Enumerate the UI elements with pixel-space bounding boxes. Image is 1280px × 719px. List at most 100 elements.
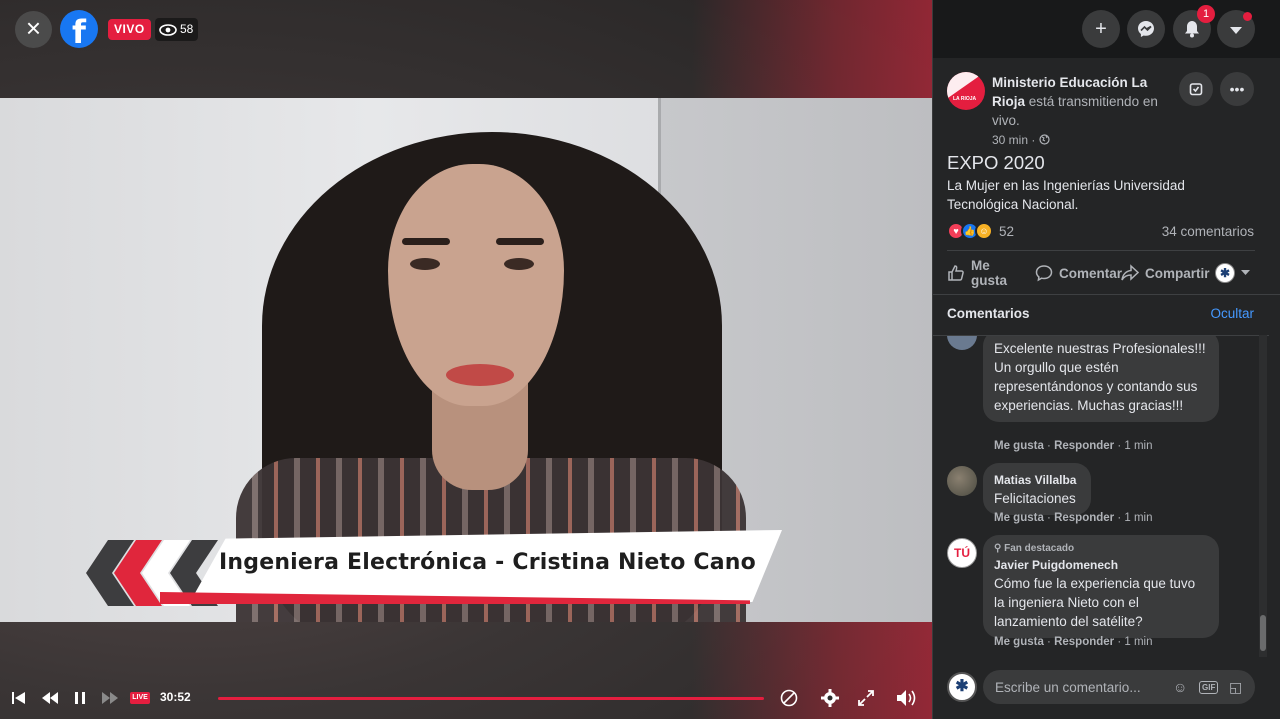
facebook-logo-icon[interactable]: f (60, 10, 98, 48)
comment-bubble: ⚲ Fan destacado Javier Puigdomenech Cómo… (983, 535, 1219, 638)
plus-icon: + (1095, 18, 1107, 40)
live-indicator[interactable]: LIVE (130, 692, 150, 704)
captions-off-icon[interactable] (779, 688, 799, 708)
commenter-avatar-text: TÚ (954, 546, 970, 560)
share-as-selector[interactable]: ✱ (1215, 263, 1250, 283)
eye-icon (159, 23, 177, 36)
comment-like-link[interactable]: Me gusta (994, 512, 1044, 524)
comment-bubble: Matias Villalba Felicitaciones (983, 463, 1091, 515)
comment-author[interactable]: Matias Villalba (994, 473, 1076, 487)
top-fan-label: Fan destacado (1004, 543, 1075, 554)
rewind-icon[interactable] (42, 692, 58, 704)
comment-label: Comentar (1059, 265, 1123, 281)
post-description: La Mujer en las Ingenierías Universidad … (947, 178, 1185, 212)
lower-third-caption: Ingeniera Electrónica - Cristina Nieto C… (219, 550, 756, 575)
notification-count: 1 (1197, 5, 1215, 23)
commenter-avatar[interactable]: TÚ (947, 538, 977, 568)
caret-down-icon (1230, 27, 1242, 34)
commenter-avatar[interactable] (947, 466, 977, 496)
viewer-count-badge: 58 (155, 18, 199, 41)
presenter-eye-right (504, 258, 534, 270)
comment-text: Felicitaciones (994, 491, 1076, 506)
post-options-button[interactable]: ••• (1220, 72, 1254, 106)
page-avatar[interactable]: LA RIOJA (947, 72, 985, 110)
actions-divider-bottom (933, 294, 1280, 295)
sticker-icon[interactable]: ◱ (1229, 678, 1242, 696)
comment-author[interactable]: Javier Puigdomenech (994, 558, 1118, 572)
comment-text: Cómo fue la experiencia que tuvo la inge… (994, 576, 1196, 629)
page-logo-shape (947, 72, 985, 99)
comment-time[interactable]: 1 min (1124, 512, 1152, 524)
my-avatar[interactable]: ✱ (947, 672, 977, 702)
presenter-lips (446, 364, 514, 386)
comment-reply-link[interactable]: Responder (1054, 440, 1114, 452)
share-button[interactable]: Compartir (1121, 264, 1210, 282)
comment-reply-link[interactable]: Responder (1054, 636, 1114, 648)
bell-icon (1185, 21, 1199, 38)
comment-bubble-icon (1035, 265, 1053, 282)
post-header: Ministerio Educación La Rioja está trans… (992, 73, 1170, 130)
top-fan-badge: ⚲ Fan destacado (994, 543, 1075, 554)
skip-back-icon[interactable] (12, 691, 26, 705)
settings-gear-icon[interactable] (820, 688, 840, 708)
fullscreen-icon[interactable] (858, 690, 874, 706)
top-bar: + 1 (933, 0, 1280, 58)
comment-composer[interactable]: ☺ GIF ◱ (983, 670, 1255, 704)
presenter-brow-right (496, 238, 544, 245)
progress-bar[interactable] (218, 697, 764, 700)
video-stage[interactable]: Ingeniera Electrónica - Cristina Nieto C… (0, 0, 932, 719)
gif-icon[interactable]: GIF (1199, 681, 1219, 694)
save-post-button[interactable] (1179, 72, 1213, 106)
comment-meta: Me gusta · Responder · 1 min (994, 636, 1153, 648)
create-button[interactable]: + (1082, 10, 1120, 48)
viewer-count: 58 (180, 22, 194, 36)
actions-divider-top (947, 250, 1255, 251)
messenger-button[interactable] (1127, 10, 1165, 48)
like-label: Me gusta (971, 258, 1008, 288)
close-icon: × (25, 13, 42, 43)
reaction-count: 52 (999, 223, 1015, 239)
comment-meta: Me gusta · Responder · 1 min (994, 512, 1153, 524)
commenter-avatar[interactable] (947, 336, 977, 350)
close-button[interactable]: × (15, 11, 52, 48)
profile-mini-avatar: ✱ (1215, 263, 1235, 283)
live-video-viewer: Ingeniera Electrónica - Cristina Nieto C… (0, 0, 1280, 719)
pause-icon[interactable] (74, 691, 86, 705)
scrollbar-thumb[interactable] (1260, 615, 1266, 651)
comments-list[interactable]: Excelente nuestras Profesionales!!! Un o… (933, 335, 1269, 657)
menu-alert-dot (1243, 12, 1252, 21)
comment-input[interactable] (995, 670, 1165, 704)
elapsed-time: 30:52 (160, 690, 191, 704)
live-badge: VIVO (108, 19, 151, 40)
caret-down-small-icon (1241, 270, 1250, 275)
hide-comments-link[interactable]: Ocultar (1210, 306, 1254, 321)
more-dots-icon: ••• (1229, 81, 1245, 97)
post-time: 30 min · (992, 133, 1050, 147)
comment-like-link[interactable]: Me gusta (994, 440, 1044, 452)
comment-like-link[interactable]: Me gusta (994, 636, 1044, 648)
haha-reaction-icon: ☺ (975, 222, 993, 240)
fast-forward-icon[interactable] (102, 692, 118, 704)
post-time-text[interactable]: 30 min · (992, 133, 1039, 147)
page-logo-text: LA RIOJA (953, 96, 977, 102)
comment-bubble: Excelente nuestras Profesionales!!! Un o… (983, 336, 1219, 422)
comment-time[interactable]: 1 min (1124, 440, 1152, 452)
post-title: EXPO 2020 (947, 152, 1045, 173)
messenger-icon (1138, 21, 1154, 37)
comment-reply-link[interactable]: Responder (1054, 512, 1114, 524)
volume-icon[interactable] (896, 688, 918, 708)
presenter-brow-left (402, 238, 450, 245)
post-panel: + 1 LA RIOJA Ministerio Educación La Rio… (932, 0, 1280, 719)
reactions-summary[interactable]: ♥ 👍 ☺ 52 (947, 222, 1014, 240)
comment-meta: Me gusta · Responder · 1 min (994, 440, 1153, 452)
comment-button[interactable]: Comentar (1035, 264, 1122, 282)
comment-text: Excelente nuestras Profesionales!!! Un o… (994, 341, 1206, 413)
comment-count[interactable]: 34 comentarios (1162, 224, 1254, 239)
thumbs-up-icon (948, 265, 964, 281)
presenter-eye-left (410, 258, 440, 270)
share-arrow-icon (1121, 264, 1139, 281)
comment-time[interactable]: 1 min (1124, 636, 1152, 648)
emoji-icon[interactable]: ☺ (1173, 678, 1187, 696)
like-button[interactable]: Me gusta (947, 258, 1017, 288)
comments-scrollbar[interactable] (1259, 335, 1267, 657)
